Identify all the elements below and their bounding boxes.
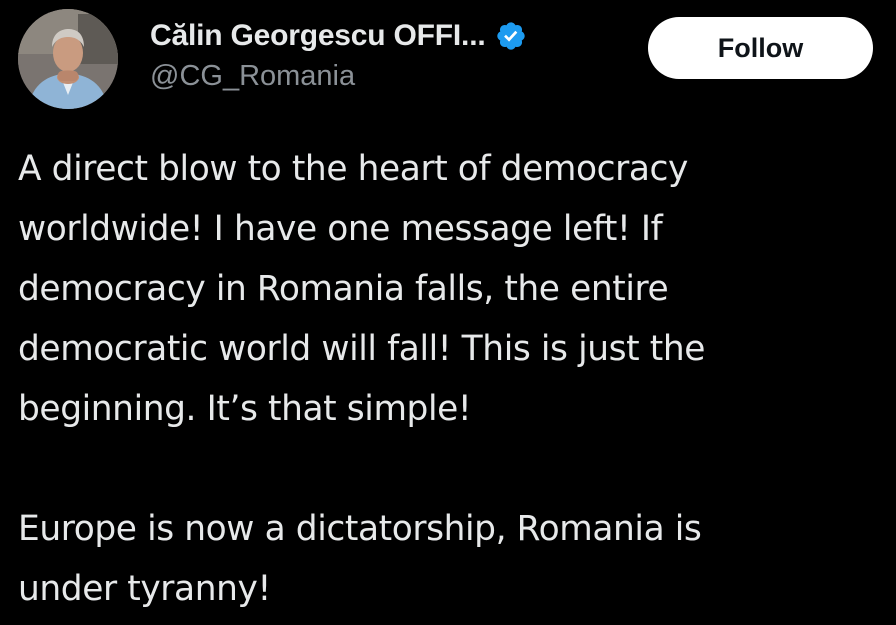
post-text-line: worldwide! I have one message left! If — [18, 209, 663, 249]
post-text-line: under tyranny! — [18, 569, 271, 609]
avatar[interactable] — [18, 9, 118, 109]
post-text-line: beginning. It’s that simple! — [18, 389, 472, 429]
author-display-name[interactable]: Călin Georgescu OFFI... — [150, 19, 486, 53]
follow-button[interactable]: Follow — [648, 17, 873, 79]
post-text-line: Europe is now a dictatorship, Romania is — [18, 509, 702, 549]
post-text-line: A direct blow to the heart of democracy — [18, 149, 688, 189]
author-handle[interactable]: @CG_Romania — [150, 60, 355, 93]
verified-badge-icon[interactable] — [495, 20, 527, 52]
avatar-photo — [18, 9, 118, 109]
post-text: A direct blow to the heart of democracy … — [18, 139, 888, 619]
post-text-line: democratic world will fall! This is just… — [18, 329, 706, 369]
post-card: Călin Georgescu OFFI... @CG_Romania Foll… — [0, 0, 896, 625]
author-name-row: Călin Georgescu OFFI... — [150, 16, 527, 56]
post-text-line: democracy in Romania falls, the entire — [18, 269, 669, 309]
